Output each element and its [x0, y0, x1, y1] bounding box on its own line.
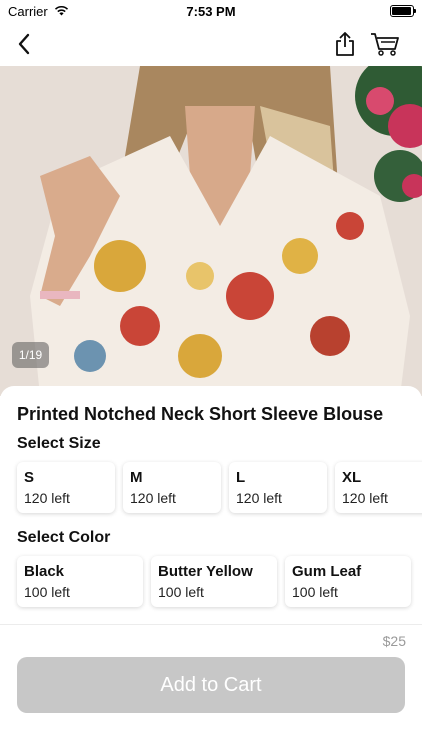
color-name: Black [24, 563, 65, 580]
image-counter: 1/19 [12, 342, 49, 368]
back-button[interactable] [10, 30, 38, 58]
size-stock: 120 left [236, 490, 282, 506]
product-image[interactable]: 1/19 [0, 66, 422, 396]
chevron-left-icon [18, 33, 30, 55]
add-to-cart-button[interactable]: Add to Cart [17, 657, 405, 713]
color-option-gum-leaf[interactable]: Gum Leaf 100 left [285, 556, 411, 607]
size-section-label: Select Size [17, 435, 101, 452]
color-option-black[interactable]: Black 100 left [17, 556, 143, 607]
color-name: Gum Leaf [292, 563, 362, 580]
nav-bar [0, 22, 422, 66]
color-option-butter-yellow[interactable]: Butter Yellow 100 left [151, 556, 277, 607]
status-bar: Carrier 7:53 PM [0, 0, 422, 22]
size-name: XL [342, 469, 362, 486]
product-details-sheet: Printed Notched Neck Short Sleeve Blouse… [0, 386, 422, 624]
size-name: S [24, 469, 35, 486]
size-name: M [130, 469, 143, 486]
size-options: S 120 left M 120 left L 120 left XL 120 … [17, 462, 422, 513]
color-section-label: Select Color [17, 529, 111, 546]
size-option-l[interactable]: L 120 left [229, 462, 327, 513]
product-photo [0, 66, 422, 396]
size-stock: 120 left [130, 490, 176, 506]
color-options: Black 100 left Butter Yellow 100 left Gu… [17, 556, 411, 607]
color-stock: 100 left [24, 584, 70, 600]
size-option-s[interactable]: S 120 left [17, 462, 115, 513]
color-stock: 100 left [158, 584, 204, 600]
size-option-m[interactable]: M 120 left [123, 462, 221, 513]
size-option-xl[interactable]: XL 120 left [335, 462, 422, 513]
cart-icon [371, 33, 399, 56]
size-stock: 120 left [24, 490, 70, 506]
color-name: Butter Yellow [158, 563, 253, 580]
status-time: 7:53 PM [186, 4, 236, 19]
size-name: L [236, 469, 246, 486]
size-stock: 120 left [342, 490, 388, 506]
share-button[interactable] [330, 29, 360, 59]
product-price: $25 [382, 633, 406, 649]
color-stock: 100 left [292, 584, 338, 600]
product-title: Printed Notched Neck Short Sleeve Blouse [17, 404, 384, 424]
cart-button[interactable] [368, 29, 402, 59]
battery-icon [390, 5, 416, 17]
purchase-footer: $25 Add to Cart [0, 624, 422, 751]
share-icon [336, 32, 354, 56]
